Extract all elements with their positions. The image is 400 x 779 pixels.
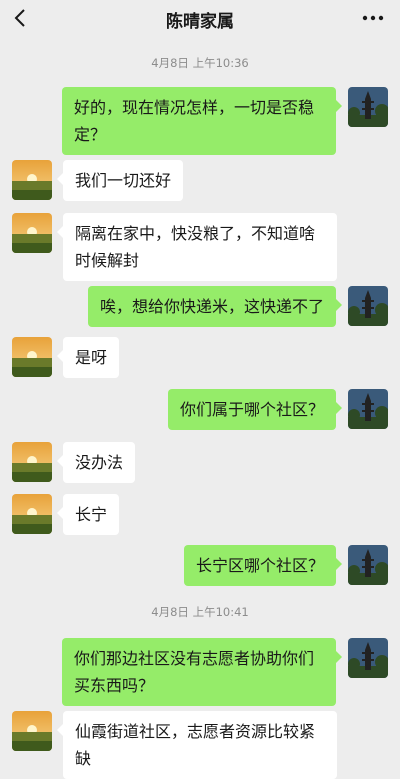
pagoda-avatar-icon — [348, 545, 388, 585]
contact-avatar[interactable] — [12, 160, 52, 200]
message-bubble-received[interactable]: 仙霞街道社区，志愿者资源比较紧缺 — [57, 711, 337, 779]
message-bubble-sent[interactable]: 你们那边社区没有志愿者协助你们买东西吗？ — [62, 638, 342, 706]
sunset-field-avatar-icon — [12, 160, 52, 200]
chat-header: 陈晴家属 — [0, 0, 400, 36]
message-bubble-sent[interactable]: 好的，现在情况怎样，一切是否稳定？ — [62, 87, 342, 155]
contact-avatar[interactable] — [12, 711, 52, 751]
my-avatar[interactable] — [348, 638, 388, 678]
my-avatar[interactable] — [348, 545, 388, 585]
sunset-field-avatar-icon — [12, 711, 52, 751]
timestamp: 4月8日 上午10:36 — [151, 56, 249, 70]
message-bubble-sent[interactable]: 唉，想给你快递米，这快递不了 — [87, 286, 343, 327]
pagoda-avatar-icon — [348, 638, 388, 678]
pagoda-avatar-icon — [348, 286, 388, 326]
sunset-field-avatar-icon — [12, 494, 52, 534]
pagoda-avatar-icon — [348, 389, 388, 429]
contact-avatar[interactable] — [12, 442, 52, 482]
more-options-icon[interactable] — [362, 12, 384, 24]
message-bubble-received[interactable]: 是呀 — [56, 337, 120, 378]
message-bubble-received[interactable]: 我们一切还好 — [56, 160, 184, 201]
message-bubble-received[interactable]: 没办法 — [56, 442, 136, 483]
sunset-field-avatar-icon — [12, 442, 52, 482]
contact-avatar[interactable] — [12, 337, 52, 377]
contact-avatar[interactable] — [12, 213, 52, 253]
my-avatar[interactable] — [348, 87, 388, 127]
chat-title: 陈晴家属 — [166, 12, 234, 32]
message-bubble-sent[interactable]: 长宁区哪个社区？ — [183, 545, 343, 586]
message-bubble-sent[interactable]: 你们属于哪个社区？ — [167, 389, 343, 430]
sunset-field-avatar-icon — [12, 337, 52, 377]
my-avatar[interactable] — [348, 389, 388, 429]
message-bubble-received[interactable]: 隔离在家中，快没粮了，不知道啥时候解封 — [57, 213, 337, 281]
timestamp: 4月8日 上午10:41 — [151, 605, 249, 619]
pagoda-avatar-icon — [348, 87, 388, 127]
my-avatar[interactable] — [348, 286, 388, 326]
sunset-field-avatar-icon — [12, 213, 52, 253]
contact-avatar[interactable] — [12, 494, 52, 534]
message-bubble-received[interactable]: 长宁 — [56, 494, 120, 535]
